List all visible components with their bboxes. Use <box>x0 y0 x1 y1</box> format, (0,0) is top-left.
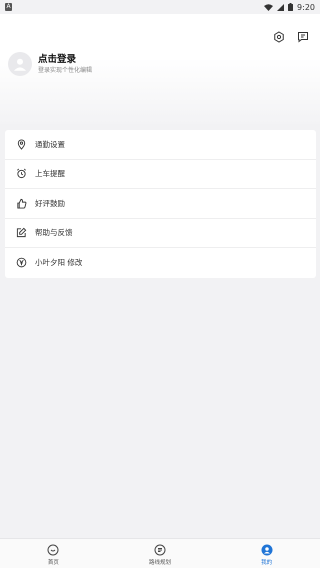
status-bar: A 9:20 <box>0 0 320 14</box>
login-title[interactable]: 点击登录 <box>38 53 92 66</box>
login-area[interactable]: 点击登录 登录实现个性化编辑 <box>8 52 92 76</box>
profile-icon <box>260 543 273 556</box>
menu-item-label: 上车提醒 <box>35 169 65 179</box>
signal-icon <box>277 3 285 11</box>
edit-icon <box>15 227 27 239</box>
alarm-clock-icon <box>15 168 27 180</box>
menu-item-rate-app[interactable]: 好评鼓励 <box>5 189 316 219</box>
login-subtitle: 登录实现个性化编辑 <box>38 67 93 74</box>
menu-item-boarding-reminder[interactable]: 上车提醒 <box>5 160 316 189</box>
menu-item-label: 帮助与反馈 <box>35 228 73 238</box>
notification-icon: A <box>5 3 12 11</box>
status-right: 9:20 <box>264 3 315 12</box>
nav-label: 首页 <box>47 560 59 566</box>
messages-button[interactable] <box>296 30 310 44</box>
status-left: A <box>5 3 12 11</box>
menu-item-commute-settings[interactable]: 通勤设置 <box>5 130 316 160</box>
home-smile-icon <box>47 543 60 556</box>
menu-item-label: 好评鼓励 <box>35 198 65 208</box>
nav-item-mine[interactable]: 我的 <box>213 539 320 568</box>
clock-time: 9:20 <box>297 2 315 12</box>
header-actions <box>272 30 310 44</box>
route-plan-icon <box>154 543 167 556</box>
settings-button[interactable] <box>272 30 286 44</box>
profile-header: 点击登录 登录实现个性化编辑 <box>0 14 320 124</box>
nav-item-home[interactable]: 首页 <box>0 539 107 568</box>
menu-item-label: 通勤设置 <box>35 139 65 149</box>
bottom-navigation: 首页 路线规划 我的 <box>0 538 320 568</box>
nav-item-route-planning[interactable]: 路线规划 <box>107 539 214 568</box>
menu-item-xiaoye-xiyang[interactable]: 小叶夕阳 修改 <box>5 248 316 278</box>
login-text: 点击登录 登录实现个性化编辑 <box>38 53 92 75</box>
message-icon <box>297 28 309 47</box>
battery-icon <box>288 3 294 11</box>
location-pin-icon <box>15 138 27 150</box>
gear-icon <box>273 28 285 47</box>
menu-item-label: 小叶夕阳 修改 <box>35 258 83 268</box>
avatar[interactable] <box>8 52 32 76</box>
wifi-icon <box>264 3 274 11</box>
menu-card: 通勤设置 上车提醒 好评鼓励 帮助与反馈 小叶夕阳 修改 <box>5 130 316 278</box>
menu-item-help-feedback[interactable]: 帮助与反馈 <box>5 219 316 248</box>
nav-label: 我的 <box>261 560 273 566</box>
thumbs-up-icon <box>15 197 27 209</box>
yen-circle-icon <box>15 257 27 269</box>
nav-label: 路线规划 <box>149 560 172 566</box>
